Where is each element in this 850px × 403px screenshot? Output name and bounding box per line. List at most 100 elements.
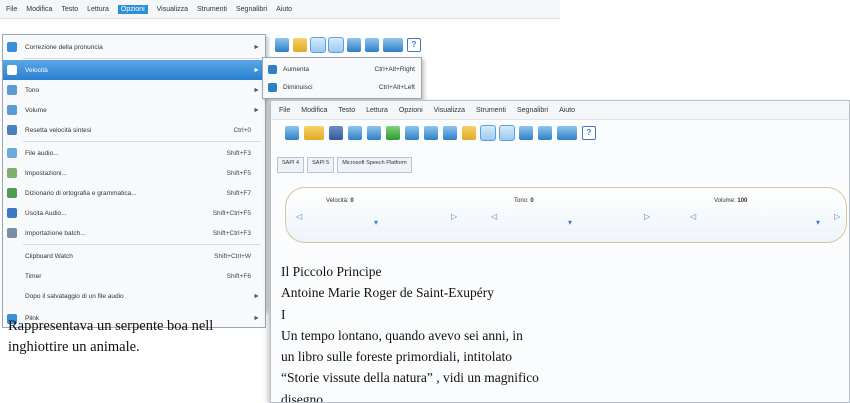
menu-lettura[interactable]: Lettura: [87, 6, 109, 13]
speed-slider-thumb[interactable]: ▾: [374, 218, 378, 227]
folder-icon[interactable]: [293, 38, 307, 52]
toolbar-dropdown-icon[interactable]: [557, 126, 577, 140]
pitch-label: Tono: 0: [514, 198, 534, 204]
audio-file-icon: [7, 148, 17, 158]
menu-item[interactable]: Uscita Audio... Shift+Ctrl+F5: [3, 203, 265, 223]
toolbar-icon[interactable]: [310, 37, 326, 53]
doc-line: “Storie vissute della natura” , vidi un …: [281, 370, 539, 386]
pitch-right-arrow-icon[interactable]: ▷: [644, 212, 650, 221]
menu-file[interactable]: File: [6, 6, 17, 13]
menu-item-speed[interactable]: Velocità ►: [3, 60, 265, 80]
audio-output-icon: [7, 208, 17, 218]
menu-segnalibri[interactable]: Segnalibri: [517, 107, 548, 114]
toolbar-icon[interactable]: [443, 126, 457, 140]
menu-testo[interactable]: Testo: [338, 107, 355, 114]
menu-opzioni[interactable]: Opzioni: [117, 4, 148, 14]
menu-strumenti[interactable]: Strumenti: [476, 107, 506, 114]
menu-item[interactable]: Resetta velocità sintesi Ctrl+0: [3, 120, 265, 140]
pitch-icon: [7, 85, 17, 95]
toolbar-dropdown-icon[interactable]: [383, 38, 403, 52]
toolbar-icon[interactable]: [365, 38, 379, 52]
speed-right-arrow-icon[interactable]: ▷: [451, 212, 457, 221]
pause-icon[interactable]: [405, 126, 419, 140]
front-toolbar: ?: [285, 125, 596, 141]
doc-line: un libro sulle foreste primordiali, inti…: [281, 349, 512, 365]
stop-icon[interactable]: [424, 126, 438, 140]
speed-left-arrow-icon[interactable]: ◁: [296, 212, 302, 221]
submenu-item-increase[interactable]: Aumenta Ctrl+Alt+Right: [263, 60, 421, 78]
menu-item[interactable]: Timer Shift+F6: [3, 266, 265, 286]
doc-line: disegno.: [281, 391, 327, 403]
menu-aiuto[interactable]: Aiuto: [559, 107, 575, 114]
volume-icon: [7, 105, 17, 115]
open-folder-icon[interactable]: [304, 126, 324, 140]
back-menubar: File Modifica Testo Lettura Opzioni Visu…: [0, 0, 560, 19]
menu-item[interactable]: Tono ►: [3, 80, 265, 100]
help-icon[interactable]: ?: [407, 38, 421, 52]
document-text-area[interactable]: Il Piccolo Principe Antoine Marie Roger …: [281, 261, 539, 403]
menu-item[interactable]: Correzione della pronuncia ►: [3, 37, 265, 57]
toolbar-icon[interactable]: [275, 38, 289, 52]
batch-import-icon: [7, 228, 17, 238]
volume-slider-thumb[interactable]: ▾: [816, 218, 820, 227]
menu-modifica[interactable]: Modifica: [301, 107, 327, 114]
menu-item[interactable]: Dopo il salvataggio di un file audio ►: [3, 286, 265, 306]
increase-icon: [268, 64, 277, 74]
volume-left-arrow-icon[interactable]: ◁: [690, 212, 696, 221]
toolbar-icon[interactable]: [480, 125, 496, 141]
voice-engine-tabs: SAPI 4 SAPI 5 Microsoft Speech Platform: [277, 157, 412, 173]
menu-item[interactable]: File audio... Shift+F3: [3, 143, 265, 163]
tab-sapi4[interactable]: SAPI 4: [277, 157, 305, 173]
doc-line: Rappresentava un serpente boa nell: [8, 318, 214, 334]
save-icon[interactable]: [329, 126, 343, 140]
front-menubar: File Modifica Testo Lettura Opzioni Visu…: [271, 101, 849, 120]
pitch-left-arrow-icon[interactable]: ◁: [491, 212, 497, 221]
menu-visualizza[interactable]: Visualizza: [157, 6, 188, 13]
options-dropdown-menu: Correzione della pronuncia ► Velocità ► To…: [2, 34, 266, 311]
dictionary-icon: [7, 188, 17, 198]
menu-aiuto[interactable]: Aiuto: [276, 6, 292, 13]
settings-icon: [7, 168, 17, 178]
volume-label: Volume: 100: [714, 198, 748, 204]
menu-strumenti[interactable]: Strumenti: [197, 6, 227, 13]
front-window: File Modifica Testo Lettura Opzioni Visu…: [270, 100, 850, 403]
doc-line-chapter: I: [281, 306, 286, 322]
doc-line: inghiottire un animale.: [8, 339, 140, 355]
back-document-text[interactable]: Rappresentava un serpente boa nell inghi…: [8, 316, 213, 358]
menu-item[interactable]: Impostazioni... Shift+F5: [3, 163, 265, 183]
doc-line-author: Antoine Marie Roger de Saint-Exupéry: [281, 285, 494, 301]
toolbar-icon[interactable]: [348, 126, 362, 140]
toolbar-icon[interactable]: [462, 126, 476, 140]
toolbar-icon[interactable]: [538, 126, 552, 140]
menu-item[interactable]: Clipboard Watch Shift+Ctrl+W: [3, 246, 265, 266]
toolbar-icon[interactable]: [367, 126, 381, 140]
tab-speech-platform[interactable]: Microsoft Speech Platform: [337, 157, 412, 173]
play-icon[interactable]: [386, 126, 400, 140]
menu-lettura[interactable]: Lettura: [366, 107, 388, 114]
speed-icon: [7, 65, 17, 75]
pitch-slider-thumb[interactable]: ▾: [568, 218, 572, 227]
toolbar-icon[interactable]: [328, 37, 344, 53]
toolbar-icon[interactable]: [347, 38, 361, 52]
menu-segnalibri[interactable]: Segnalibri: [236, 6, 267, 13]
doc-line: Un tempo lontano, quando avevo sei anni,…: [281, 327, 523, 343]
menu-item[interactable]: Importazione batch... Shift+Ctrl+F3: [3, 223, 265, 243]
menu-opzioni[interactable]: Opzioni: [399, 107, 423, 114]
help-icon[interactable]: ?: [582, 126, 596, 140]
tab-sapi5[interactable]: SAPI 5: [307, 157, 335, 173]
menu-modifica[interactable]: Modifica: [26, 6, 52, 13]
toolbar-icon[interactable]: [519, 126, 533, 140]
volume-right-arrow-icon[interactable]: ▷: [834, 212, 840, 221]
menu-item[interactable]: Dizionario di ortografia e grammatica...…: [3, 183, 265, 203]
voice-slider-panel: Velocità: 0 Tono: 0 Volume: 100 ◁ ▾ ▷ ◁ …: [285, 187, 847, 243]
menu-file[interactable]: File: [279, 107, 290, 114]
menu-testo[interactable]: Testo: [61, 6, 78, 13]
new-file-icon[interactable]: [285, 126, 299, 140]
doc-line-title: Il Piccolo Principe: [281, 264, 382, 279]
toolbar-icon[interactable]: [499, 125, 515, 141]
submenu-item-decrease[interactable]: Diminuisci Ctrl+Alt+Left: [263, 78, 421, 96]
menu-visualizza[interactable]: Visualizza: [434, 107, 465, 114]
reset-icon: [7, 125, 17, 135]
pronunciation-icon: [7, 42, 17, 52]
menu-item[interactable]: Volume ►: [3, 100, 265, 120]
